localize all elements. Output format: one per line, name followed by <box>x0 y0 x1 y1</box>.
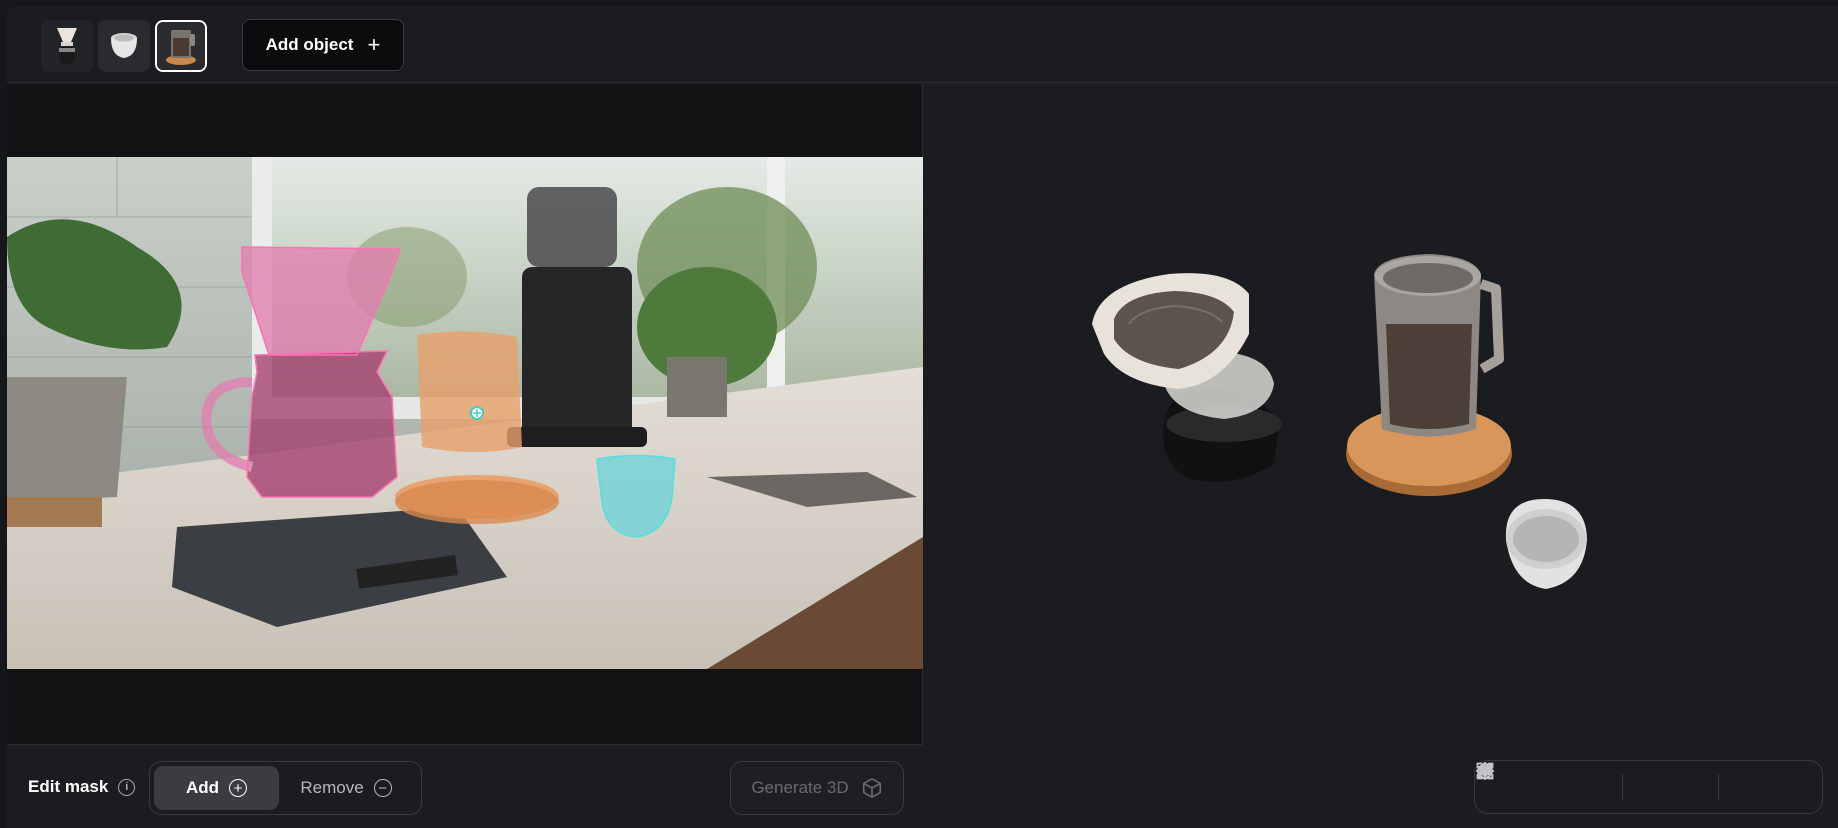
cup-3d-model <box>1505 499 1587 589</box>
object-thumbnail-mug[interactable] <box>155 20 207 72</box>
add-mask-label: Add <box>185 778 220 797</box>
object-thumbnail-cup[interactable] <box>98 20 150 72</box>
app-window: Add object + Edit mask i Add + Remove − … <box>7 6 1838 828</box>
3d-viewport[interactable] <box>924 84 1838 828</box>
object-thumbnail-dripper[interactable] <box>41 20 93 72</box>
info-icon[interactable]: i <box>118 778 136 796</box>
mug-thumbnail-image <box>157 22 205 70</box>
edit-mask-label-group: Edit mask i <box>28 745 136 828</box>
add-mask-button[interactable]: Add + <box>154 766 279 810</box>
delete-icon[interactable] <box>1477 763 1714 807</box>
plus-circle-icon: + <box>229 779 248 797</box>
cup-thumbnail-image <box>98 20 150 72</box>
viewport-toolbar <box>1474 760 1823 814</box>
mug-3d-model <box>1346 254 1512 496</box>
plus-icon: + <box>367 32 381 57</box>
mask-mode-toggle: Add + Remove − <box>149 761 422 815</box>
remove-mask-button[interactable]: Remove − <box>279 766 413 810</box>
toolbar-divider <box>1717 774 1719 800</box>
generate-3d-button[interactable]: Generate 3D <box>730 761 904 815</box>
add-object-label: Add object <box>265 35 354 54</box>
kitchen-scene-image <box>7 157 923 669</box>
minus-circle-icon: − <box>373 779 392 797</box>
generate-3d-label: Generate 3D <box>751 778 849 797</box>
toolbar-divider <box>1621 774 1623 800</box>
rotate-object-icon[interactable] <box>1476 763 1575 807</box>
reset-icon[interactable] <box>1477 763 1671 807</box>
scale-icon[interactable] <box>1477 763 1618 807</box>
frame-icon[interactable] <box>1476 762 1810 807</box>
source-photo-canvas[interactable] <box>7 157 923 669</box>
remove-mask-label: Remove <box>300 778 364 797</box>
edit-mask-label: Edit mask <box>28 777 109 796</box>
dripper-3d-model <box>1092 273 1282 482</box>
mask-controls-bar: Edit mask i Add + Remove − Generate 3D <box>7 744 923 828</box>
add-object-button[interactable]: Add object + <box>242 19 404 71</box>
3d-scene-render <box>1092 254 1587 589</box>
cube-icon <box>862 778 881 798</box>
zoom-fit-icon[interactable] <box>1476 762 1767 807</box>
top-bar: Add object + <box>7 6 1838 83</box>
dripper-thumbnail-image <box>41 20 93 72</box>
mask-editor-panel: Edit mask i Add + Remove − Generate 3D <box>7 84 923 828</box>
